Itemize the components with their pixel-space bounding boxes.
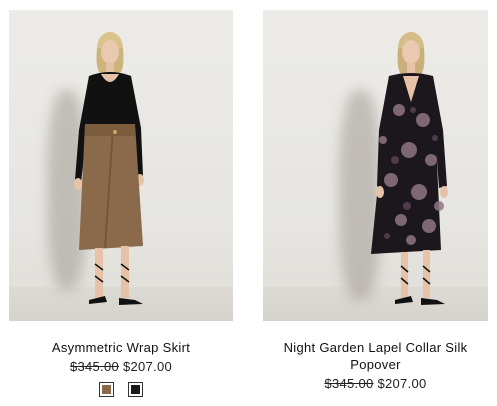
product-image[interactable] [9, 10, 233, 321]
brown-swatch[interactable] [99, 382, 114, 397]
sale-price: $207.00 [122, 359, 173, 374]
original-price: $345.00 [324, 376, 374, 391]
product-price: $345.00 $207.00 [9, 359, 233, 374]
sale-price: $207.00 [377, 376, 427, 391]
color-swatches [9, 382, 233, 397]
product-card[interactable]: Asymmetric Wrap Skirt $345.00 $207.00 [9, 10, 233, 397]
black-swatch[interactable] [128, 382, 143, 397]
product-price: $345.00 $207.00 [263, 376, 488, 391]
original-price: $345.00 [69, 359, 120, 374]
product-card[interactable]: Night Garden Lapel Collar Silk Popover $… [263, 10, 488, 391]
product-name[interactable]: Asymmetric Wrap Skirt [9, 339, 233, 356]
product-image[interactable] [263, 10, 488, 321]
product-name[interactable]: Night Garden Lapel Collar Silk Popover [263, 339, 488, 373]
